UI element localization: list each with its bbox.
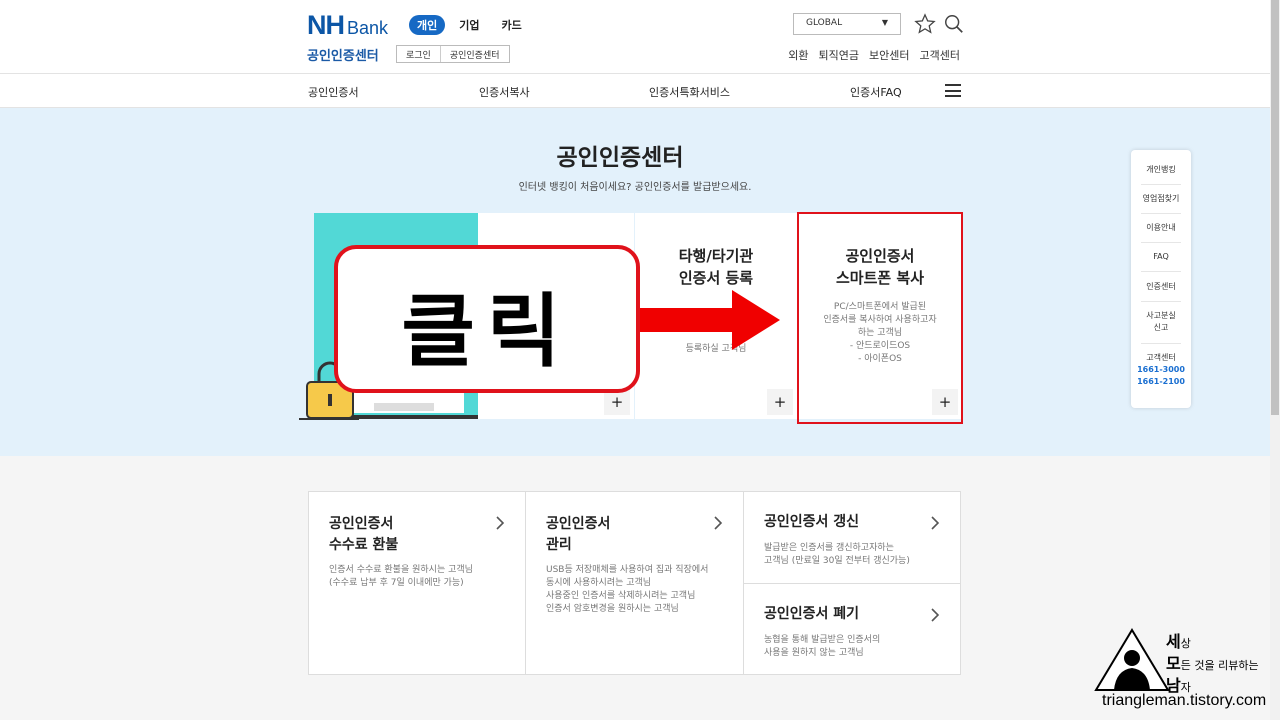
click-annotation-text: 클릭: [401, 284, 573, 378]
page-subtitle: 인터넷 뱅킹이 처음이세요? 공인인증서를 발급받으세요.: [518, 182, 752, 193]
desc-line: 인증서 암호변경을 원하시는 고객님: [546, 604, 679, 614]
cert-center-title[interactable]: 공인인증센터: [307, 45, 379, 64]
desc-line: 인증서 수수료 환불을 원하시는 고객님: [329, 565, 473, 575]
chevron-right-icon: [496, 516, 505, 530]
box-title-line2: 관리: [546, 537, 572, 553]
box-title-line2: 수수료 환불: [329, 537, 399, 553]
desc-line: 사용을 원하지 않는 고객님: [764, 648, 864, 658]
global-select[interactable]: GLOBAL ▼: [793, 13, 901, 35]
quick-item-personal-banking[interactable]: 개인뱅킹: [1137, 164, 1185, 176]
box-title-line1: 공인인증서: [546, 516, 611, 532]
chevron-right-icon: [714, 516, 723, 530]
box-title-line1: 공인인증서: [329, 516, 394, 532]
renew-service-box[interactable]: 공인인증서 갱신 발급받은 인증서를 갱신하고자하는 고객님 (만료일 30일 …: [743, 491, 961, 584]
quick-menu: 개인뱅킹 영업점찾기 이용안내 FAQ 인증센터 사고분실 신고 고객센터 16…: [1131, 150, 1191, 408]
box-desc: 농협을 통해 발급받은 인증서의 사용을 원하지 않는 고객님: [764, 634, 880, 660]
desc-line: 농협을 통해 발급받은 인증서의: [764, 635, 881, 645]
wm-small: 상: [1180, 637, 1191, 650]
box-desc: 발급받은 인증서를 갱신하고자하는 고객님 (만료일 30일 전부터 갱신가능): [764, 542, 910, 568]
quick-item-loss-report[interactable]: 사고분실 신고: [1137, 310, 1185, 334]
global-select-value: GLOBAL: [806, 18, 843, 28]
link-pension[interactable]: 퇴직연금: [819, 47, 859, 63]
tab-business[interactable]: 기업: [451, 15, 487, 35]
desc-line: 발급받은 인증서를 갱신하고자하는: [764, 543, 894, 553]
customer-type-tabs: 개인 기업 카드: [409, 15, 530, 35]
link-security-center[interactable]: 보안센터: [869, 47, 909, 63]
menu-icon[interactable]: [945, 84, 961, 97]
refund-service-box[interactable]: 공인인증서 수수료 환불 인증서 수수료 환불을 원하시는 고객님 (수수료 납…: [308, 491, 526, 675]
nav-item-faq[interactable]: 인증서FAQ: [850, 84, 902, 100]
star-icon[interactable]: [914, 13, 936, 35]
page-scrollbar[interactable]: [1270, 0, 1280, 720]
quick-item-branch-finder[interactable]: 영업점찾기: [1137, 193, 1185, 205]
main-nav: 공인인증서 인증서복사 인증서특화서비스 인증서FAQ: [0, 74, 1270, 108]
link-foreign-exchange[interactable]: 외환: [788, 47, 808, 63]
wm-char: 세: [1166, 632, 1181, 651]
logo-bank-text: Bank: [347, 18, 389, 38]
highlight-box: [797, 212, 963, 424]
quick-item-faq[interactable]: FAQ: [1137, 251, 1185, 263]
caret-down-icon: ▼: [881, 18, 888, 27]
click-annotation: 클릭: [334, 245, 640, 393]
quick-item-guide[interactable]: 이용안내: [1137, 222, 1185, 234]
manage-service-box[interactable]: 공인인증서 관리 USB등 저장매체를 사용하여 집과 직장에서 동시에 사용하…: [525, 491, 744, 675]
nav-item-special-service[interactable]: 인증서특화서비스: [649, 84, 730, 100]
triangle-man-logo: [1094, 628, 1170, 691]
desc-line: 동시에 사용하시려는 고객님: [546, 578, 652, 588]
nav-item-cert-copy[interactable]: 인증서복사: [479, 84, 530, 100]
desc-line: (수수료 납부 후 7일 이내에만 가능): [329, 578, 464, 588]
box-title: 공인인증서 수수료 환불: [329, 514, 398, 556]
site-header: NH Bank 개인 기업 카드 공인인증센터 로그인 공인인증센터 GLOBA…: [0, 0, 1270, 74]
scrollbar-thumb[interactable]: [1271, 0, 1279, 415]
phone-number: 1661-2100: [1137, 377, 1185, 386]
box-desc: USB등 저장매체를 사용하여 집과 직장에서 동시에 사용하시려는 고객님 사…: [546, 564, 708, 616]
logo-nh-text: NH: [307, 10, 345, 40]
customer-center-label: 고객센터: [1146, 353, 1176, 362]
quick-item-label: 신고: [1153, 323, 1169, 332]
card-title: 타행/타기관 인증서 등록: [635, 245, 797, 289]
card-title-line1: 타행/타기관: [678, 247, 754, 265]
card-title-line2: 인증서 등록: [678, 269, 754, 287]
arrow-right-icon: [640, 290, 780, 350]
box-title: 공인인증서 갱신: [764, 514, 860, 530]
chevron-right-icon: [931, 516, 940, 530]
link-customer-center[interactable]: 고객센터: [920, 47, 960, 63]
watermark-url: triangleman.tistory.com: [1102, 692, 1267, 709]
utility-links: 외환 퇴직연금 보안센터 고객센터: [788, 47, 960, 63]
nh-bank-logo[interactable]: NH Bank: [307, 10, 388, 41]
box-desc: 인증서 수수료 환불을 원하시는 고객님 (수수료 납부 후 7일 이내에만 가…: [329, 564, 473, 590]
cert-center-button[interactable]: 공인인증센터: [439, 46, 509, 62]
watermark-text: 세상 모든 것을 리뷰하는 남자: [1166, 632, 1259, 698]
plus-icon[interactable]: +: [767, 389, 793, 415]
chevron-right-icon: [931, 608, 940, 622]
quick-item-label: 사고분실: [1146, 311, 1176, 320]
login-button[interactable]: 로그인: [397, 46, 440, 62]
watermark: 세상 모든 것을 리뷰하는 남자 triangleman.tistory.com: [1094, 628, 1270, 712]
wm-char: 모: [1166, 654, 1181, 673]
box-title: 공인인증서 폐기: [764, 606, 860, 622]
phone-number: 1661-3000: [1137, 365, 1185, 374]
tab-personal[interactable]: 개인: [409, 15, 446, 35]
desc-line: 고객님 (만료일 30일 전부터 갱신가능): [764, 556, 910, 566]
nav-item-certificate[interactable]: 공인인증서: [308, 84, 359, 100]
box-title: 공인인증서 관리: [546, 514, 610, 556]
page-title: 공인인증센터: [556, 145, 684, 171]
desc-line: 사용중인 인증서를 삭제하시려는 고객님: [546, 591, 696, 601]
revoke-service-box[interactable]: 공인인증서 폐기 농협을 통해 발급받은 인증서의 사용을 원하지 않는 고객님: [743, 583, 961, 675]
quick-item-cert-center[interactable]: 인증센터: [1137, 281, 1185, 293]
quick-item-customer-center: 고객센터 1661-3000 1661-2100: [1137, 352, 1185, 388]
desc-line: USB등 저장매체를 사용하여 집과 직장에서: [546, 565, 709, 575]
tab-card[interactable]: 카드: [494, 15, 530, 35]
header-sub-buttons: 로그인 공인인증센터: [396, 45, 510, 63]
wm-small: 든 것을 리뷰하는: [1180, 659, 1259, 672]
search-icon[interactable]: [943, 13, 965, 35]
